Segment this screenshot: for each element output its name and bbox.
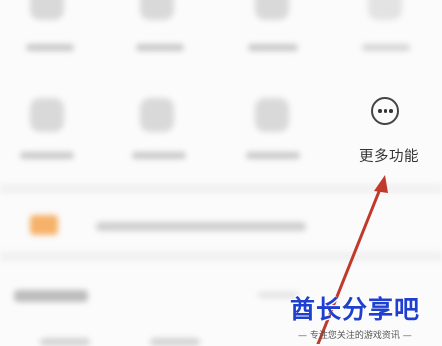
annotation-arrow: [316, 175, 388, 344]
watermark-brand: 酋长分享吧: [290, 295, 421, 324]
watermark-tagline: — 专注您关注的游戏资讯 —: [298, 331, 412, 341]
